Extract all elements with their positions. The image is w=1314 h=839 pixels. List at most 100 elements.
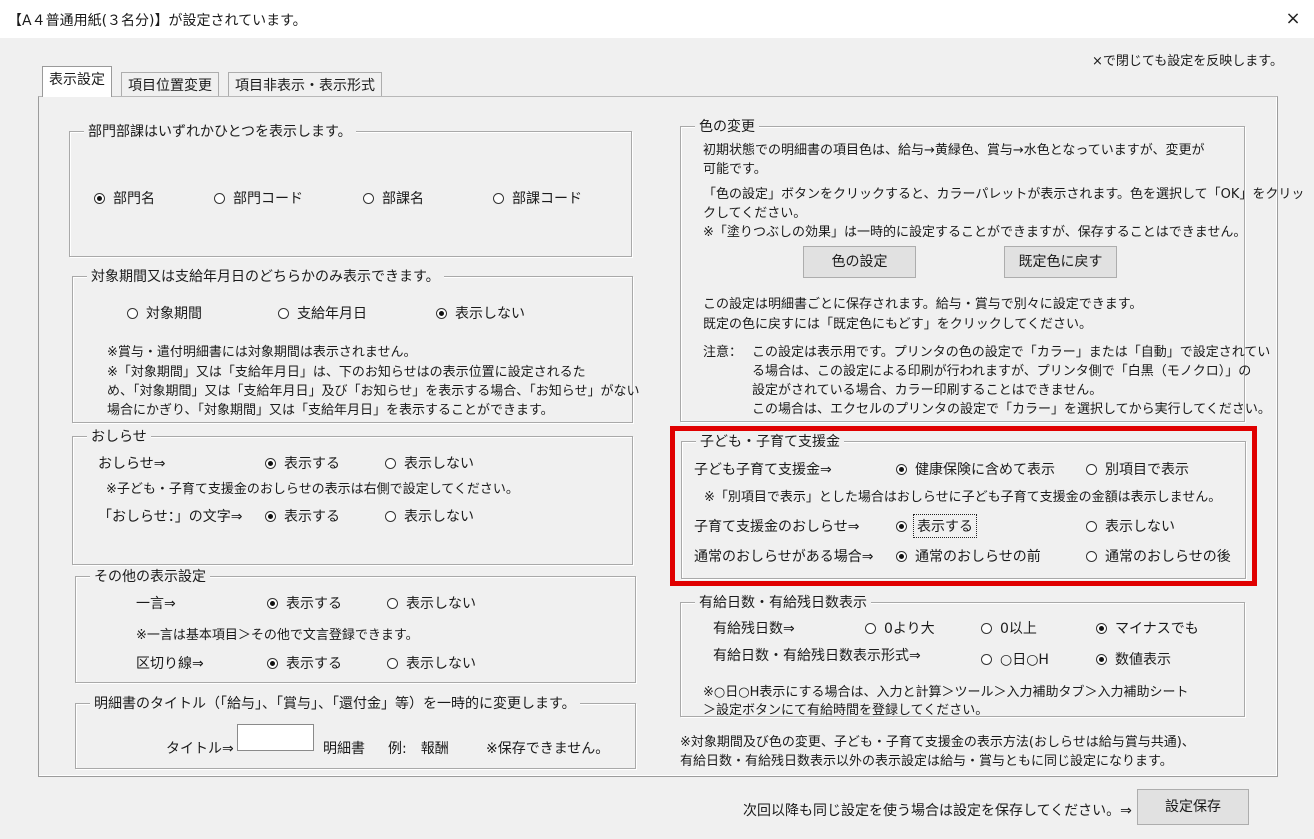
bottom-note-1: ※対象期間及び色の変更、子ども・子育て支援金の表示方法(おしらせは給与賞与共通)…: [680, 735, 1195, 750]
radio-word-hide[interactable]: 表示しない: [387, 593, 476, 613]
radio-on-icon: [265, 510, 276, 522]
radio-off-icon: [981, 622, 992, 634]
radio-dept-name[interactable]: 部門名: [94, 188, 155, 208]
save-settings-button[interactable]: 設定保存: [1137, 789, 1249, 825]
top-note: ×で閉じても設定を反映します。: [1092, 54, 1283, 69]
radio-off-icon: [385, 457, 396, 469]
notice-row1-label: おしらせ⇒: [98, 456, 166, 472]
radio-label: 表示しない: [404, 456, 474, 472]
color-legend: 色の変更: [695, 116, 759, 136]
color-text-1: 初期状態での明細書の項目色は、給与→黄緑色、賞与→水色となっていますが、変更が: [703, 143, 1205, 158]
color-text-6: この設定は明細書ごとに保存されます。給与・賞与で別々に設定できます。: [703, 297, 1143, 312]
dept-group: 部門部課はいずれかひとつを表示します。 部門名 部門コード 部課名 部課コード: [69, 121, 632, 257]
paid-row1-label: 有給残日数⇒: [713, 621, 795, 637]
color-text-3: 「色の設定」ボタンをクリックすると、カラーパレットが表示されます。色を選択して「…: [703, 187, 1305, 202]
radio-label: 対象期間: [146, 306, 202, 322]
save-hint: 次回以降も同じ設定を使う場合は設定を保存してください。⇒: [743, 803, 1132, 819]
radio-off-icon: [214, 192, 225, 204]
radio-zero-or-more[interactable]: 0以上: [981, 618, 1037, 638]
title-bar: 【A４普通用紙(３名分)】が設定されています。 ×: [0, 0, 1314, 38]
radio-off-icon: [385, 510, 396, 522]
other-group: その他の表示設定 一言⇒ 表示する 表示しない ※一言は基本項目＞その他で文言登…: [75, 566, 636, 683]
radio-label: 表示しない: [455, 306, 525, 322]
paid-note-2: ＞設定ボタンにて有給時間を登録してください。: [703, 703, 989, 718]
title-label: タイトル⇒: [166, 741, 234, 757]
radio-off-icon: [387, 657, 398, 669]
radio-label: 表示する: [286, 656, 342, 672]
radio-on-icon: [267, 657, 278, 669]
radio-label: 表示する: [284, 509, 340, 525]
color-set-button[interactable]: 色の設定: [803, 246, 916, 278]
period-note-1: ※賞与・遣付明細書には対象期間は表示されません。: [107, 345, 417, 360]
title-input[interactable]: [237, 724, 314, 751]
radio-pay-date[interactable]: 支給年月日: [278, 303, 367, 323]
other-note: ※一言は基本項目＞その他で文言登録できます。: [136, 628, 419, 643]
radio-label: 部課コード: [512, 191, 582, 207]
radio-on-icon: [1096, 653, 1107, 665]
radio-on-icon: [436, 307, 447, 319]
caution-3: 設定がされている場合、カラー印刷することはできません。: [752, 383, 1103, 398]
radio-off-icon: [493, 192, 504, 204]
title-note: ※保存できません。: [486, 741, 610, 757]
paid-row2-label: 有給日数・有給残日数表示形式⇒: [713, 648, 921, 664]
notice-note: ※子ども・子育て支援金のおしらせの表示は右側で設定してください。: [106, 482, 519, 497]
radio-off-icon: [387, 597, 398, 609]
radio-label: 表示する: [286, 596, 342, 612]
radio-period-hide[interactable]: 表示しない: [436, 303, 525, 323]
bottom-note-2: 有給日数・有給残日数表示以外の表示設定は給与・賞与ともに同じ設定になります。: [680, 754, 1173, 769]
radio-off-icon: [278, 307, 289, 319]
radio-negative-ok[interactable]: マイナスでも: [1096, 618, 1199, 638]
radio-notice-show[interactable]: 表示する: [265, 453, 340, 473]
color-text-4: クしてください。: [703, 206, 807, 221]
radio-notice-label-hide[interactable]: 表示しない: [385, 506, 474, 526]
color-text-2: 可能です。: [703, 162, 767, 177]
period-note-2: ※「対象期間」又は「支給年月日」は、下のお知らせはの表示位置に設定されるた: [107, 365, 586, 380]
radio-section-code[interactable]: 部課コード: [493, 188, 582, 208]
title-change-group: 明細書のタイトル（「給与」、「賞与」、「還付金」等）を一時的に変更します。 タイ…: [75, 693, 636, 769]
radio-period[interactable]: 対象期間: [127, 303, 202, 323]
radio-on-icon: [265, 457, 276, 469]
radio-label: 表示しない: [404, 509, 474, 525]
caution-4: この場合は、エクセルのプリンタの設定で「カラー」を選択してから実行してください。: [752, 402, 1271, 417]
period-legend: 対象期間又は支給年月日のどちらかのみ表示できます。: [87, 266, 444, 286]
radio-over-zero[interactable]: 0より大: [865, 618, 935, 638]
tab-display-settings[interactable]: 表示設定: [42, 66, 112, 97]
radio-section-name[interactable]: 部課名: [363, 188, 424, 208]
radio-line-hide[interactable]: 表示しない: [387, 653, 476, 673]
radio-label: ○日○H: [1000, 652, 1049, 668]
color-reset-button[interactable]: 既定色に戻す: [1004, 246, 1117, 278]
radio-notice-label-show[interactable]: 表示する: [265, 506, 340, 526]
color-text-7: 既定の色に戻すには「既定色にもどす」をクリックしてください。: [703, 317, 1092, 332]
radio-on-icon: [267, 597, 278, 609]
radio-off-icon: [127, 307, 138, 319]
other-legend: その他の表示設定: [90, 566, 210, 586]
notice-group: おしらせ おしらせ⇒ 表示する 表示しない ※子ども・子育て支援金のおしらせの表…: [72, 426, 633, 565]
radio-day-hour[interactable]: ○日○H: [981, 649, 1049, 669]
radio-label: 表示しない: [406, 596, 476, 612]
radio-label: 数値表示: [1115, 652, 1171, 668]
radio-label: 表示しない: [406, 656, 476, 672]
other-row1-label: 一言⇒: [136, 596, 176, 612]
notice-row2-label: 「おしらせ：」の文字⇒: [98, 509, 243, 525]
period-note-3: め、「対象期間」又は「支給年月日」及び「お知らせ」を表示する場合、「お知らせ」が…: [107, 384, 640, 399]
close-icon[interactable]: ×: [1278, 4, 1308, 34]
radio-notice-hide[interactable]: 表示しない: [385, 453, 474, 473]
paid-legend: 有給日数・有給残日数表示: [695, 592, 871, 612]
notice-legend: おしらせ: [87, 426, 151, 446]
period-note-4: 場合にかぎり、「対象期間」又は「支給年月日」を表示することができます。: [107, 403, 554, 418]
radio-label: マイナスでも: [1115, 621, 1199, 637]
radio-line-show[interactable]: 表示する: [267, 653, 342, 673]
radio-dept-code[interactable]: 部門コード: [214, 188, 303, 208]
window-title: 【A４普通用紙(３名分)】が設定されています。: [8, 13, 307, 29]
radio-label: 表示する: [284, 456, 340, 472]
color-group: 色の変更 初期状態での明細書の項目色は、給与→黄緑色、賞与→水色となっていますが…: [680, 116, 1304, 422]
caution-2: る場合は、この設定による印刷が行われますが、プリンタ側で「白黒（モノクロ）」の: [752, 364, 1252, 379]
radio-label: 0以上: [1000, 621, 1037, 637]
radio-numeric[interactable]: 数値表示: [1096, 649, 1171, 669]
radio-label: 0より大: [884, 621, 935, 637]
radio-word-show[interactable]: 表示する: [267, 593, 342, 613]
radio-label: 部課名: [382, 191, 424, 207]
radio-label: 部門コード: [233, 191, 303, 207]
title-change-legend: 明細書のタイトル（「給与」、「賞与」、「還付金」等）を一時的に変更します。: [90, 693, 580, 713]
radio-label: 支給年月日: [297, 306, 367, 322]
